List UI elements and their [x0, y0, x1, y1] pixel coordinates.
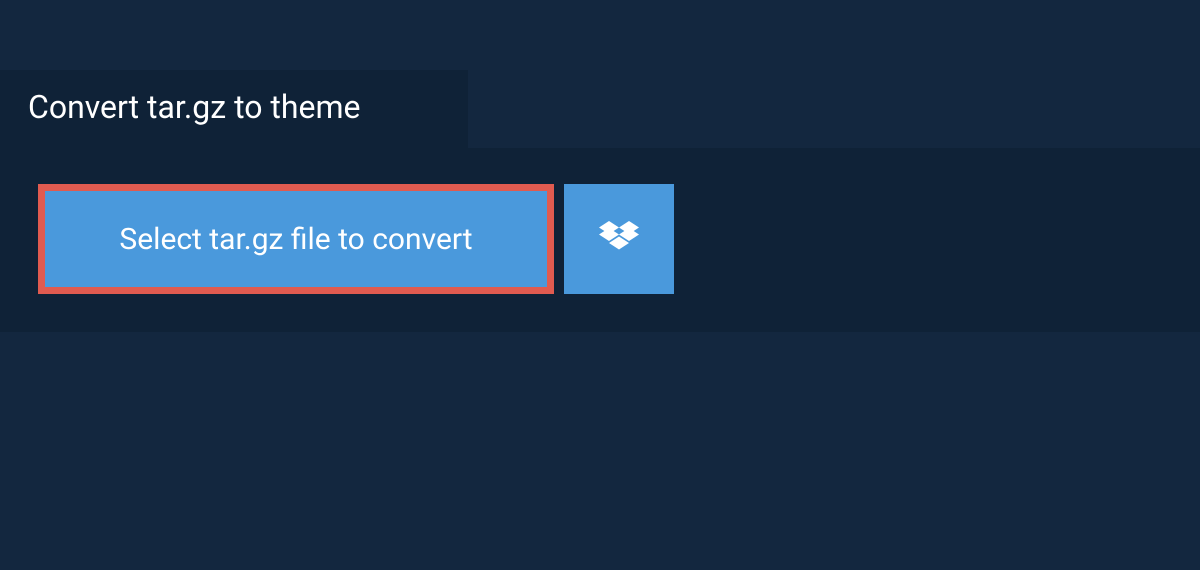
dropbox-icon [599, 221, 639, 257]
select-file-label: Select tar.gz file to convert [119, 222, 472, 257]
button-row: Select tar.gz file to convert [38, 184, 1162, 294]
select-file-button[interactable]: Select tar.gz file to convert [38, 184, 554, 294]
page-title-tab: Convert tar.gz to theme [0, 70, 468, 148]
dropbox-button[interactable] [564, 184, 674, 294]
page-title: Convert tar.gz to theme [28, 88, 361, 126]
upload-panel: Select tar.gz file to convert [0, 148, 1200, 332]
